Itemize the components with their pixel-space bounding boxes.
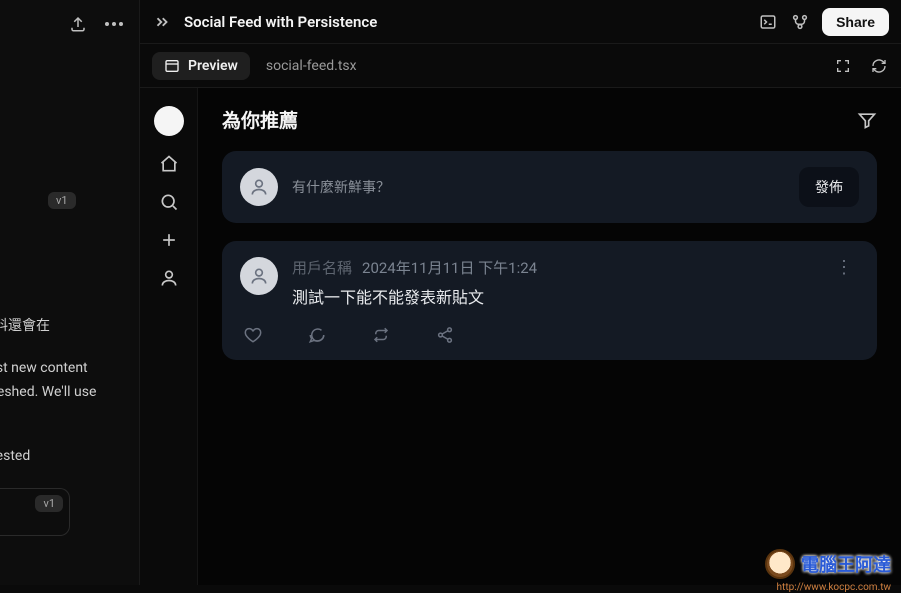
feed-title: 為你推薦: [222, 106, 857, 133]
heart-icon[interactable]: [244, 326, 262, 344]
branch-icon[interactable]: [790, 12, 810, 32]
post-content: 測試一下能不能發表新貼文: [292, 284, 815, 308]
filter-icon[interactable]: [857, 110, 877, 130]
watermark-text: 電腦王阿達: [801, 551, 891, 577]
publish-button[interactable]: 發佈: [799, 167, 859, 207]
search-icon[interactable]: [159, 192, 179, 212]
side-text-fragment: 資料還會在: [0, 315, 50, 335]
avatar[interactable]: [154, 106, 184, 136]
upload-icon[interactable]: [68, 14, 88, 34]
home-icon[interactable]: [159, 154, 179, 174]
tabbar: Preview social-feed.tsx: [140, 44, 901, 88]
app-sidebar: [140, 88, 198, 585]
share-button[interactable]: Share: [822, 8, 889, 36]
feed-header: 為你推薦: [222, 106, 877, 133]
app-main: 為你推薦 有什麼新鮮事？ 發佈: [198, 88, 901, 585]
fullscreen-icon[interactable]: [833, 56, 853, 76]
tab-file[interactable]: social-feed.tsx: [266, 58, 357, 74]
more-icon[interactable]: [104, 14, 124, 34]
post-actions: [240, 326, 859, 344]
tab-preview[interactable]: Preview: [152, 52, 250, 80]
terminal-icon[interactable]: [758, 12, 778, 32]
compose-card: 有什麼新鮮事？ 發佈: [222, 151, 877, 223]
topbar: Social Feed with Persistence Share: [140, 0, 901, 44]
share-icon[interactable]: [436, 326, 454, 344]
page-title: Social Feed with Persistence: [184, 13, 746, 31]
version-badge[interactable]: v1: [48, 192, 76, 209]
window-icon: [164, 58, 180, 74]
repost-icon[interactable]: [372, 326, 390, 344]
post-menu-icon[interactable]: ⋮: [829, 257, 859, 279]
watermark-face-icon: [765, 549, 795, 579]
post-card: 用戶名稱 2024年11月11日 下午1:24 測試一下能不能發表新貼文 ⋮: [222, 241, 877, 360]
watermark-url: http://www.kocpc.com.tw: [777, 582, 891, 593]
version-badge: v1: [35, 495, 63, 512]
version-card[interactable]: v1: [0, 488, 70, 536]
plus-icon[interactable]: [159, 230, 179, 250]
compose-input[interactable]: 有什麼新鮮事？: [292, 177, 785, 197]
refresh-icon[interactable]: [869, 56, 889, 76]
post-username[interactable]: 用戶名稱: [292, 257, 352, 278]
side-text-fragment: post new content: [0, 360, 88, 376]
post-timestamp: 2024年11月11日 下午1:24: [362, 257, 537, 278]
post-avatar[interactable]: [240, 257, 278, 295]
chevrons-right-icon[interactable]: [152, 12, 172, 32]
side-text-fragment: quested: [0, 448, 30, 464]
user-avatar: [240, 168, 278, 206]
side-panel: v1 資料還會在 post new content efreshed. We'l…: [0, 0, 140, 585]
watermark: 電腦王阿達 http://www.kocpc.com.tw: [765, 549, 891, 579]
user-icon[interactable]: [159, 268, 179, 288]
tab-preview-label: Preview: [188, 58, 238, 74]
side-text-fragment: efreshed. We'll use: [0, 384, 96, 400]
main-region: Social Feed with Persistence Share Previ…: [140, 0, 901, 585]
comment-icon[interactable]: [308, 326, 326, 344]
preview-stage: 為你推薦 有什麼新鮮事？ 發佈: [140, 88, 901, 585]
